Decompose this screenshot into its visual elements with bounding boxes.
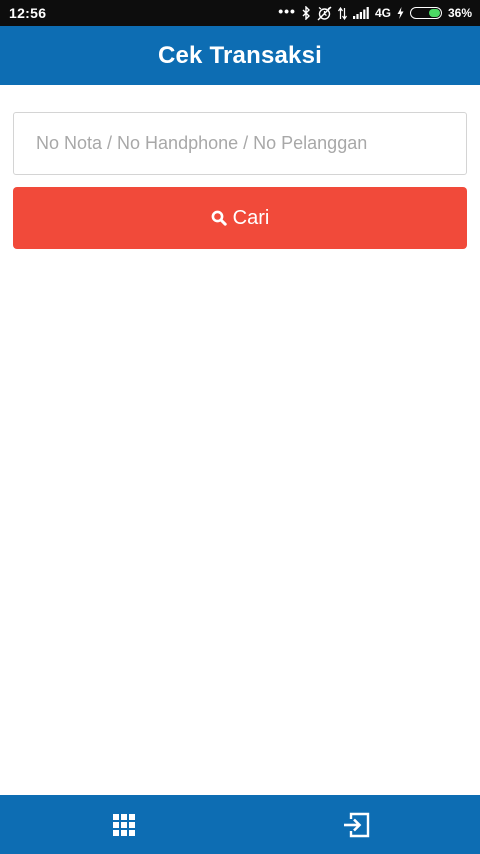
status-bar: 12:56 ••• 4G 36% — [0, 0, 480, 26]
status-time: 12:56 — [9, 5, 47, 21]
menu-button[interactable] — [84, 795, 164, 854]
search-icon — [211, 210, 227, 226]
grid-menu-icon — [113, 813, 135, 836]
battery-level — [429, 9, 440, 17]
logout-icon — [344, 812, 370, 837]
page-title: Cek Transaksi — [157, 41, 323, 69]
charging-icon — [397, 7, 404, 19]
battery-percent: 36% — [447, 6, 472, 20]
logout-button[interactable] — [316, 795, 396, 854]
search-button[interactable]: Cari — [13, 187, 467, 249]
network-type: 4G — [374, 6, 391, 20]
search-input[interactable] — [13, 112, 467, 175]
signal-icon — [352, 7, 369, 19]
screen: 12:56 ••• 4G 36% Cek Transaksi No Nota /… — [0, 0, 480, 854]
data-arrows-icon — [337, 6, 347, 20]
battery-icon — [409, 7, 442, 19]
status-icons: ••• 4G 36% — [278, 2, 472, 21]
bluetooth-icon — [302, 6, 310, 20]
bottom-bar — [0, 795, 480, 854]
app-bar: Cek Transaksi — [0, 26, 480, 85]
more-dots-icon: ••• — [278, 2, 296, 19]
search-button-label: Cari — [232, 206, 270, 229]
alarm-off-icon — [317, 6, 332, 20]
